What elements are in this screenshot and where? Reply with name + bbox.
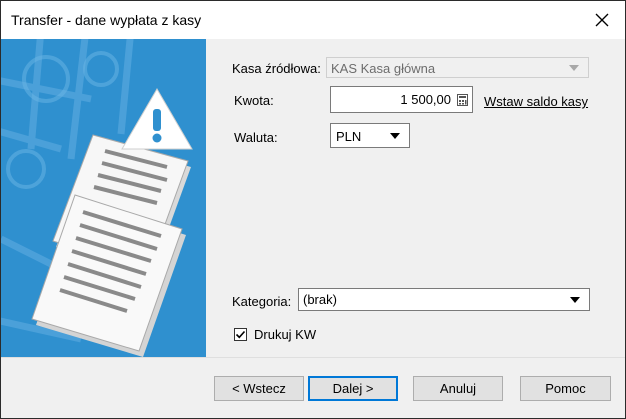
currency-select[interactable]: PLN xyxy=(330,123,410,148)
print-kw-label: Drukuj KW xyxy=(254,327,317,342)
insert-balance-link[interactable]: Wstaw saldo kasy xyxy=(484,94,588,109)
warning-icon xyxy=(121,88,193,150)
documents-illustration xyxy=(1,39,193,357)
category-value: (brak) xyxy=(303,292,337,307)
category-select[interactable]: (brak) xyxy=(298,288,590,311)
help-button[interactable]: Pomoc xyxy=(520,376,611,401)
next-button[interactable]: Dalej > xyxy=(308,376,398,401)
dropdown-arrow-icon xyxy=(570,297,580,303)
amount-label: Kwota: xyxy=(234,93,274,108)
transfer-dialog: Transfer - dane wypłata z kasy Kasa źród… xyxy=(0,0,626,419)
back-button[interactable]: < Wstecz xyxy=(214,376,304,401)
print-kw-checkbox[interactable] xyxy=(234,328,247,341)
cancel-button[interactable]: Anuluj xyxy=(413,376,503,401)
window-title: Transfer - dane wypłata z kasy xyxy=(11,12,202,28)
currency-label: Waluta: xyxy=(234,130,278,145)
calculator-icon[interactable] xyxy=(457,94,468,106)
amount-value: 1 500,00 xyxy=(400,92,451,107)
amount-field[interactable]: 1 500,00 xyxy=(330,86,473,113)
currency-value: PLN xyxy=(336,129,362,144)
wizard-side-illustration xyxy=(1,39,206,357)
dropdown-arrow-icon xyxy=(390,133,400,139)
source-cash-label: Kasa źródłowa: xyxy=(232,61,321,76)
close-icon xyxy=(595,13,609,27)
category-label: Kategoria: xyxy=(232,294,292,309)
title-bar: Transfer - dane wypłata z kasy xyxy=(1,1,625,39)
form-area: Kasa źródłowa: KAS Kasa główna Kwota: 1 … xyxy=(206,39,625,357)
source-cash-value: KAS Kasa główna xyxy=(331,61,436,76)
dropdown-arrow-icon xyxy=(569,65,579,71)
button-bar: < Wstecz Dalej > Anuluj Pomoc xyxy=(1,357,625,418)
source-cash-select: KAS Kasa główna xyxy=(326,57,589,78)
checkmark-icon xyxy=(235,330,246,339)
close-button[interactable] xyxy=(585,5,619,35)
